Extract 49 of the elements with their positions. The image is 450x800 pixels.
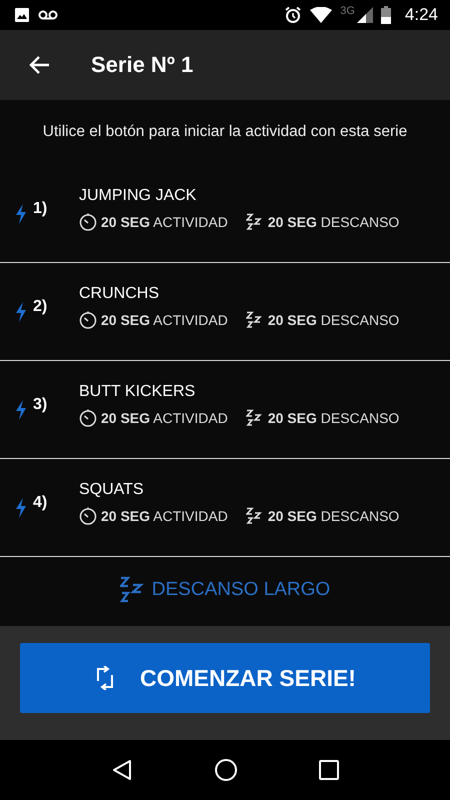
exercise-name: CRUNCHS bbox=[79, 284, 160, 302]
rest-duration: 20 SEG DESCANSO bbox=[268, 508, 400, 524]
long-rest-label: DESCANSO LARGO bbox=[152, 579, 330, 601]
activity-duration: 20 SEG ACTIVIDAD bbox=[101, 312, 228, 328]
exercise-row[interactable]: 3) BUTT KICKERS 20 SEG ACTIVIDAD 20 SEG DESCANSO bbox=[0, 361, 450, 459]
sleep-icon bbox=[246, 212, 264, 230]
signal-icon bbox=[356, 7, 373, 23]
rest-duration: 20 SEG DESCANSO bbox=[268, 410, 400, 426]
exercise-number: 3) bbox=[33, 396, 48, 414]
screen-title: Serie Nº 1 bbox=[91, 52, 194, 78]
rest-duration: 20 SEG DESCANSO bbox=[268, 214, 400, 230]
lightning-icon bbox=[15, 204, 27, 224]
alarm-icon bbox=[284, 6, 302, 24]
exercise-row[interactable]: 1) JUMPING JACK 20 SEG ACTIVIDAD 20 SEG DESCANSO bbox=[0, 165, 450, 263]
wifi-icon bbox=[310, 7, 332, 23]
rest-duration: 20 SEG DESCANSO bbox=[268, 312, 400, 328]
stopwatch-icon bbox=[79, 408, 97, 426]
stopwatch-icon bbox=[79, 310, 97, 328]
exercise-row[interactable]: 2) CRUNCHS 20 SEG ACTIVIDAD 20 SEG DESCANSO bbox=[0, 263, 450, 361]
exercise-number: 1) bbox=[33, 200, 48, 218]
battery-icon bbox=[380, 6, 391, 24]
lightning-icon bbox=[15, 498, 27, 518]
lightning-icon bbox=[15, 302, 27, 322]
network-type: 3G bbox=[340, 5, 355, 17]
back-icon[interactable] bbox=[110, 759, 133, 781]
clock-time: 4:24 bbox=[404, 5, 438, 25]
exercise-number: 2) bbox=[33, 298, 48, 316]
exercise-number: 4) bbox=[33, 494, 48, 512]
recents-icon[interactable] bbox=[319, 760, 340, 780]
stopwatch-icon bbox=[79, 506, 97, 524]
exercise-row[interactable]: 4) SQUATS 20 SEG ACTIVIDAD 20 SEG DESCANSO bbox=[0, 459, 450, 557]
lightning-icon bbox=[15, 400, 27, 420]
home-icon[interactable] bbox=[214, 758, 238, 782]
exercise-name: BUTT KICKERS bbox=[79, 382, 196, 400]
image-icon bbox=[14, 7, 30, 23]
activity-duration: 20 SEG ACTIVIDAD bbox=[101, 214, 228, 230]
sleep-icon bbox=[120, 576, 144, 604]
sleep-icon bbox=[246, 506, 264, 524]
activity-duration: 20 SEG ACTIVIDAD bbox=[101, 410, 228, 426]
start-series-button[interactable]: COMENZAR SERIE! bbox=[20, 643, 430, 713]
sleep-icon bbox=[246, 408, 264, 426]
exercise-name: SQUATS bbox=[79, 480, 145, 498]
instruction-text: Utilice el botón para iniciar la actividad con esta serie bbox=[42, 122, 408, 142]
activity-duration: 20 SEG ACTIVIDAD bbox=[101, 508, 228, 524]
voicemail-icon bbox=[38, 9, 58, 21]
back-arrow-icon[interactable] bbox=[29, 54, 51, 76]
sleep-icon bbox=[246, 310, 264, 328]
exercise-name: JUMPING JACK bbox=[79, 186, 198, 204]
stopwatch-icon bbox=[79, 212, 97, 230]
